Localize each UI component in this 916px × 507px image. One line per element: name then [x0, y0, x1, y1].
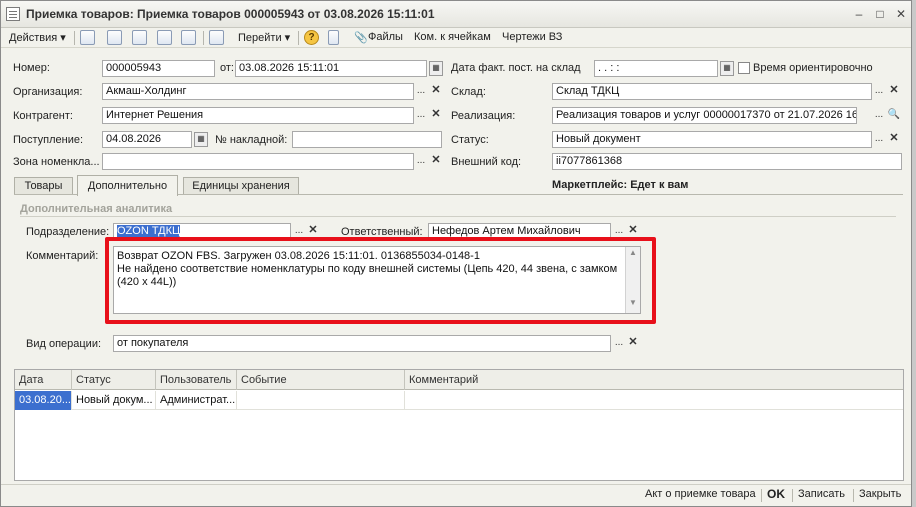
realization-field[interactable]: Реализация товаров и услуг 00000017370 о…	[552, 107, 857, 124]
table-header: Дата Статус Пользователь Событие Коммент…	[15, 370, 903, 390]
from-label: от:	[220, 62, 234, 74]
warehouse-field[interactable]: Склад ТДКЦ	[552, 83, 872, 100]
print-form-icon[interactable]	[328, 30, 339, 45]
goto-menu[interactable]: Перейти ▾	[238, 31, 290, 44]
column-date[interactable]: Дата	[15, 370, 72, 390]
cell-user[interactable]: Администрат...	[156, 391, 237, 410]
warehouse-clear-icon[interactable]: ✕	[887, 84, 901, 99]
table-row[interactable]: 03.08.20... Новый докум... Администрат..…	[15, 391, 903, 410]
document-icon	[6, 7, 20, 21]
contractor-clear-icon[interactable]: ✕	[429, 108, 443, 123]
fact-calendar-icon[interactable]: ▦	[720, 61, 734, 76]
calendar-icon[interactable]: ▦	[429, 61, 443, 76]
cell-status[interactable]: Новый докум...	[72, 391, 156, 410]
tab-goods[interactable]: Товары	[14, 177, 73, 195]
post-and-close-icon[interactable]	[80, 30, 95, 45]
group-divider	[20, 216, 896, 217]
files-paperclip-icon: 📎	[354, 32, 368, 44]
division-label: Подразделение:	[26, 226, 110, 238]
organization-label: Организация:	[13, 86, 83, 98]
contractor-field[interactable]: Интернет Решения	[102, 107, 414, 124]
copy-icon[interactable]	[132, 30, 147, 45]
column-event[interactable]: Событие	[237, 370, 405, 390]
invoice-number-field[interactable]	[292, 131, 442, 148]
unpost-icon[interactable]	[181, 30, 196, 45]
status-field[interactable]: Новый документ	[552, 131, 872, 148]
organization-clear-icon[interactable]: ✕	[429, 84, 443, 99]
operation-type-field[interactable]: от покупателя	[113, 335, 611, 352]
status-label: Статус:	[451, 134, 489, 146]
time-approx-label: Время ориентировочно	[753, 62, 873, 74]
cell-comment[interactable]	[405, 391, 903, 410]
highlight-annotation	[105, 237, 656, 324]
group-title: Дополнительная аналитика	[20, 203, 173, 215]
cell-date[interactable]: 03.08.20...	[15, 391, 72, 410]
refresh-icon[interactable]	[107, 30, 122, 45]
search-icon[interactable]: 🔍	[887, 108, 901, 123]
division-value: OZON ТДКЦ	[117, 225, 181, 237]
footer-divider	[1, 484, 911, 485]
ok-button[interactable]: OK	[767, 487, 785, 501]
warehouse-label: Склад:	[451, 86, 486, 98]
zone-clear-icon[interactable]: ✕	[429, 154, 443, 169]
zone-select-button[interactable]: ...	[414, 154, 428, 169]
arrival-label: Поступление:	[13, 134, 84, 146]
time-approx-checkbox[interactable]	[738, 62, 750, 74]
minimize-icon[interactable]: –	[852, 7, 866, 21]
cells-comments-button[interactable]: Ком. к ячейкам	[414, 31, 491, 43]
fact-date-field[interactable]: . . : :	[594, 60, 718, 77]
operation-select-button[interactable]: ...	[612, 336, 626, 351]
comment-label: Комментарий:	[26, 250, 99, 262]
operation-type-label: Вид операции:	[26, 338, 102, 350]
organization-field[interactable]: Акмаш-Холдинг	[102, 83, 414, 100]
zone-label: Зона номенкла...	[13, 156, 100, 168]
arrival-date-field[interactable]: 04.08.2026	[102, 131, 192, 148]
actions-menu[interactable]: Действия ▾	[9, 31, 66, 44]
history-table: Дата Статус Пользователь Событие Коммент…	[14, 369, 904, 481]
date-field[interactable]: 03.08.2026 15:11:01	[235, 60, 427, 77]
warehouse-select-button[interactable]: ...	[872, 84, 886, 99]
operation-clear-icon[interactable]: ✕	[626, 336, 640, 351]
column-status[interactable]: Статус	[72, 370, 156, 390]
save-button[interactable]: Записать	[798, 488, 845, 500]
toolbar: Действия ▾ Перейти ▾ ? 📎 Файлы Ком. к яч…	[1, 28, 911, 48]
close-button[interactable]: Закрыть	[859, 488, 901, 500]
marketplace-status: Маркетплейс: Едет к вам	[552, 179, 689, 191]
maximize-icon[interactable]: □	[873, 7, 887, 21]
drawings-button[interactable]: Чертежи ВЗ	[502, 31, 562, 43]
zone-field[interactable]	[102, 153, 414, 170]
help-icon[interactable]: ?	[304, 30, 319, 45]
number-field[interactable]: 000005943	[102, 60, 215, 77]
arrival-calendar-icon[interactable]: ▦	[194, 132, 208, 147]
fact-date-label: Дата факт. пост. на склад	[451, 62, 581, 74]
files-button[interactable]: Файлы	[368, 31, 403, 43]
external-code-label: Внешний код:	[451, 156, 522, 168]
realization-select-button[interactable]: ...	[872, 108, 886, 123]
contractor-label: Контрагент:	[13, 110, 73, 122]
external-code-field[interactable]: ii7077861368	[552, 153, 902, 170]
title-bar: Приемка товаров: Приемка товаров 0000059…	[1, 1, 911, 28]
post-icon[interactable]	[157, 30, 172, 45]
contractor-select-button[interactable]: ...	[414, 108, 428, 123]
column-user[interactable]: Пользователь	[156, 370, 237, 390]
realization-label: Реализация:	[451, 110, 516, 122]
tab-additional[interactable]: Дополнительно	[77, 175, 178, 196]
status-select-button[interactable]: ...	[872, 132, 886, 147]
close-icon[interactable]: ✕	[894, 7, 908, 21]
cell-event[interactable]	[237, 391, 405, 410]
tab-storage-units[interactable]: Единицы хранения	[183, 177, 299, 195]
status-clear-icon[interactable]: ✕	[887, 132, 901, 147]
acceptance-act-button[interactable]: Акт о приемке товара	[645, 488, 756, 500]
number-label: Номер:	[13, 62, 50, 74]
goto-icon[interactable]	[209, 30, 224, 45]
window-title: Приемка товаров: Приемка товаров 0000059…	[26, 7, 435, 21]
column-comment[interactable]: Комментарий	[405, 370, 903, 390]
invoice-number-label: № накладной:	[215, 134, 288, 146]
document-window: Приемка товаров: Приемка товаров 0000059…	[0, 0, 912, 507]
organization-select-button[interactable]: ...	[414, 84, 428, 99]
